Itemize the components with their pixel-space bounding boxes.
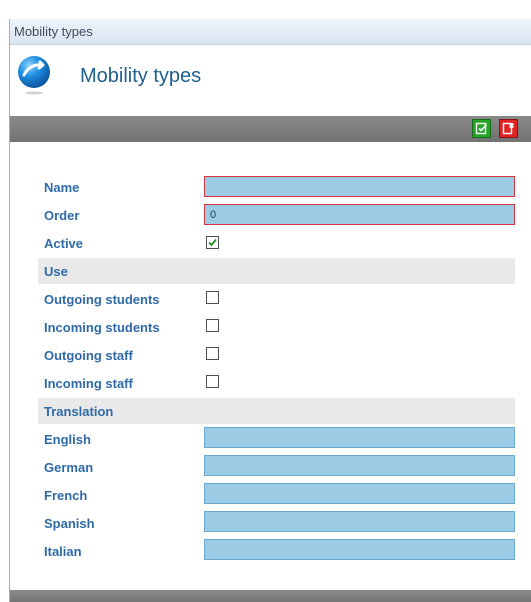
cancel-icon <box>502 122 515 135</box>
outgoing-students-label: Outgoing students <box>44 292 160 307</box>
cancel-button[interactable] <box>499 119 518 138</box>
incoming-students-checkbox[interactable] <box>206 319 219 332</box>
italian-label: Italian <box>44 544 82 559</box>
order-input[interactable] <box>204 204 515 225</box>
italian-input[interactable] <box>204 539 515 560</box>
english-label: English <box>44 432 91 447</box>
footer-bar <box>10 590 531 602</box>
action-toolbar <box>10 116 531 142</box>
save-button[interactable] <box>472 119 491 138</box>
window-titlebar: Mobility types <box>10 19 531 45</box>
use-section-header: Use <box>38 258 515 284</box>
mobility-types-window: Mobility types Mobility types Name Order… <box>9 19 531 602</box>
outgoing-staff-checkbox[interactable] <box>206 347 219 360</box>
incoming-staff-checkbox[interactable] <box>206 375 219 388</box>
english-input[interactable] <box>204 427 515 448</box>
order-label: Order <box>44 208 80 223</box>
name-label: Name <box>44 180 80 195</box>
translation-section-header: Translation <box>38 398 515 424</box>
use-section-title: Use <box>44 264 68 279</box>
active-checkbox[interactable] <box>206 236 219 249</box>
french-label: French <box>44 488 88 503</box>
checkmark-icon <box>208 238 217 247</box>
outgoing-staff-label: Outgoing staff <box>44 348 133 363</box>
german-label: German <box>44 460 94 475</box>
name-input[interactable] <box>204 176 515 197</box>
incoming-students-label: Incoming students <box>44 320 160 335</box>
german-input[interactable] <box>204 455 515 476</box>
spanish-input[interactable] <box>204 511 515 532</box>
page-title: Mobility types <box>80 65 202 87</box>
window-title: Mobility types <box>14 24 93 39</box>
incoming-staff-label: Incoming staff <box>44 376 133 391</box>
french-input[interactable] <box>204 483 515 504</box>
active-label: Active <box>44 236 84 251</box>
outgoing-students-checkbox[interactable] <box>206 291 219 304</box>
translation-section-title: Translation <box>44 404 114 419</box>
spanish-label: Spanish <box>44 516 95 531</box>
save-icon <box>475 122 488 135</box>
blue-sphere-arrow-icon <box>17 55 51 95</box>
